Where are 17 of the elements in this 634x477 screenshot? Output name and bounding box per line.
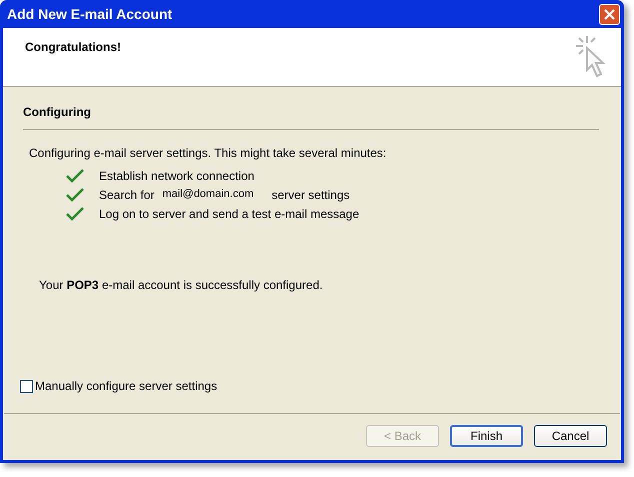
step-text: Establish network connection	[99, 168, 254, 184]
section-title: Configuring	[23, 104, 92, 121]
result-message: Your POP3 e-mail account is successfully configured.	[39, 277, 324, 294]
cursor-sparkle-icon	[573, 34, 607, 80]
email-address: mail@domain.com	[162, 187, 254, 202]
header-title: Congratulations!	[25, 39, 121, 56]
close-icon	[604, 8, 615, 20]
checkbox[interactable]	[20, 380, 33, 392]
close-button[interactable]	[599, 4, 620, 24]
intro-text: Configuring e-mail server settings. This might take several minutes:	[29, 145, 388, 162]
step-text: Log on to server and send a test e-mail message	[99, 206, 360, 222]
window-title: Add New E-mail Account	[7, 4, 172, 24]
step-text: Search for	[99, 186, 154, 204]
dialog-button[interactable]: Finish	[450, 425, 523, 447]
step-text: server settings	[272, 186, 350, 204]
dialog-button[interactable]: Cancel	[534, 425, 607, 447]
checkbox-label: Manually configure server settings	[35, 378, 218, 395]
